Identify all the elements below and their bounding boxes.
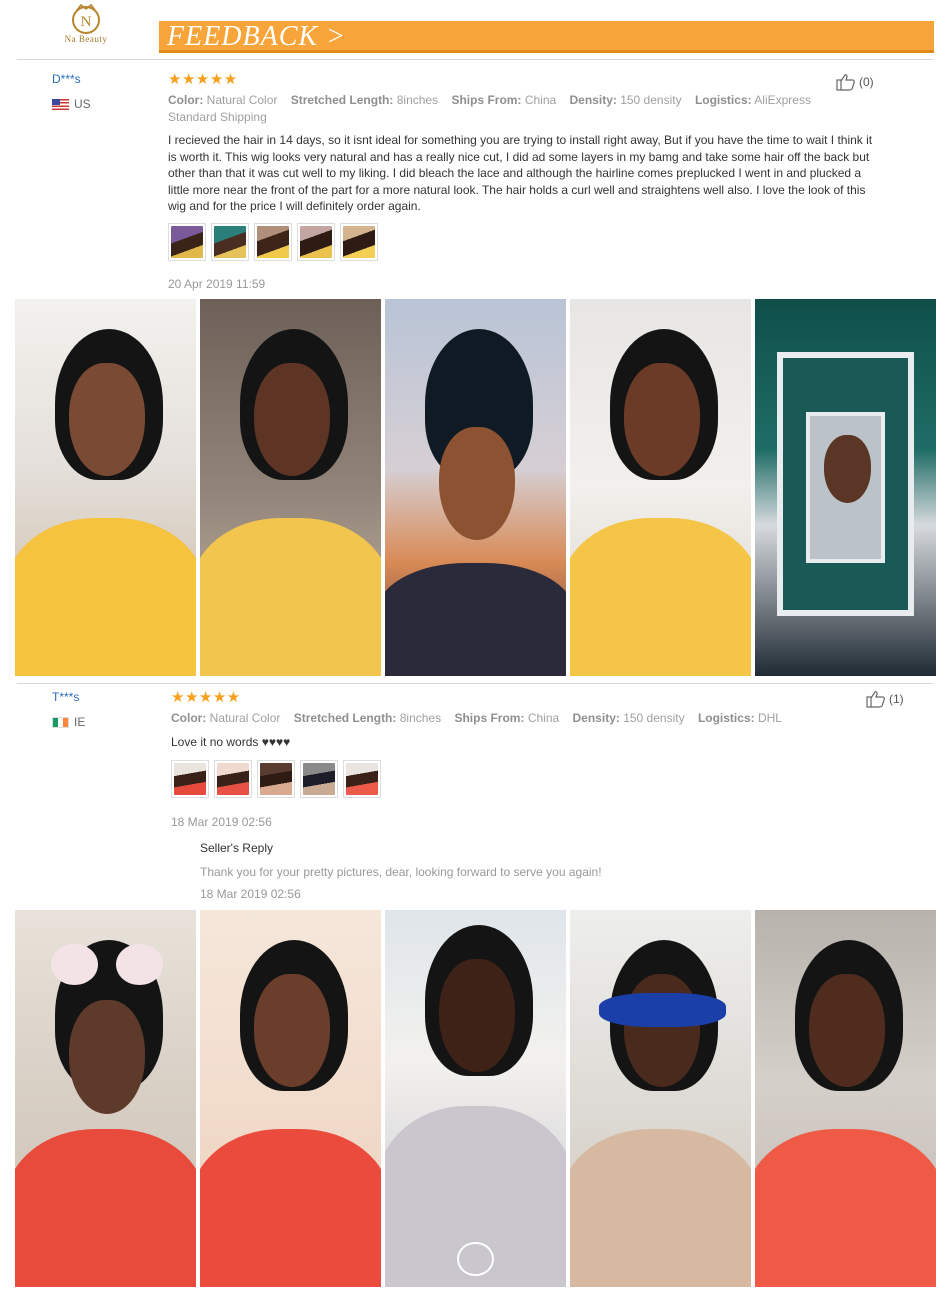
review-thumbnails [168, 223, 378, 261]
review-photo[interactable] [385, 299, 566, 676]
seller-reply-text: Thank you for your pretty pictures, dear… [200, 865, 602, 879]
review-thumbnail[interactable] [343, 760, 381, 798]
flag-ie-icon [52, 716, 69, 728]
review-thumbnail[interactable] [214, 760, 252, 798]
review-photo[interactable] [755, 299, 936, 676]
feedback-banner: FEEDBACK > [159, 21, 934, 53]
crown-crest-icon: N [72, 3, 100, 34]
like-icon [836, 74, 855, 91]
review-photo[interactable] [200, 299, 381, 676]
review-photo-strip [15, 299, 936, 676]
seller-reply: Seller's Reply Thank you for your pretty… [200, 841, 602, 901]
review-thumbnail[interactable] [340, 223, 378, 261]
helpful-button[interactable]: (1) [866, 690, 904, 708]
review-photo[interactable] [15, 910, 196, 1287]
review-thumbnails [171, 760, 381, 798]
reviewer-info: T***s IE [52, 690, 85, 729]
feedback-title: FEEDBACK > [167, 21, 346, 52]
review-thumbnail[interactable] [297, 223, 335, 261]
country-code: US [74, 97, 91, 111]
reviewer-country: US [52, 97, 91, 111]
seller-reply-date: 18 Mar 2019 02:56 [200, 887, 301, 901]
review-date: 20 Apr 2019 11:59 [168, 277, 266, 291]
seller-reply-title: Seller's Reply [200, 841, 273, 855]
brand-name: Na Beauty [64, 34, 108, 44]
helpful-count: (0) [859, 75, 874, 89]
reviewer-name[interactable]: T***s [52, 690, 85, 704]
review-photo[interactable] [570, 910, 751, 1287]
review-photo[interactable] [385, 910, 566, 1287]
review-thumbnail[interactable] [257, 760, 295, 798]
star-rating: ★★★★★ [168, 71, 238, 88]
svg-text:N: N [81, 14, 92, 30]
review-photo-strip [15, 910, 936, 1287]
brand-logo: N Na Beauty [56, 2, 116, 52]
review-thumbnail[interactable] [211, 223, 249, 261]
helpful-button[interactable]: (0) [836, 73, 874, 91]
reviewer-info: D***s US [52, 72, 91, 111]
review-text: Love it no words ♥♥♥♥ [171, 735, 291, 749]
header-divider [17, 59, 933, 60]
review-divider [17, 683, 933, 684]
flag-us-icon [52, 98, 69, 110]
review-date: 18 Mar 2019 02:56 [171, 815, 272, 829]
review-meta: Color: Natural Color Stretched Length: 8… [171, 711, 782, 725]
helpful-count: (1) [889, 692, 904, 706]
reviewer-name[interactable]: D***s [52, 72, 91, 86]
review-photo[interactable] [755, 910, 936, 1287]
review-text: I recieved the hair in 14 days, so it is… [168, 133, 873, 214]
review-meta: Color: Natural Color Stretched Length: 8… [168, 93, 811, 124]
country-code: IE [74, 715, 86, 729]
reviewer-country: IE [52, 715, 85, 729]
review-thumbnail[interactable] [254, 223, 292, 261]
like-icon [866, 691, 885, 708]
review-thumbnail[interactable] [168, 223, 206, 261]
review-photo[interactable] [200, 910, 381, 1287]
review-thumbnail[interactable] [300, 760, 338, 798]
review-thumbnail[interactable] [171, 760, 209, 798]
star-rating: ★★★★★ [171, 689, 241, 706]
review-photo[interactable] [15, 299, 196, 676]
review-photo[interactable] [570, 299, 751, 676]
